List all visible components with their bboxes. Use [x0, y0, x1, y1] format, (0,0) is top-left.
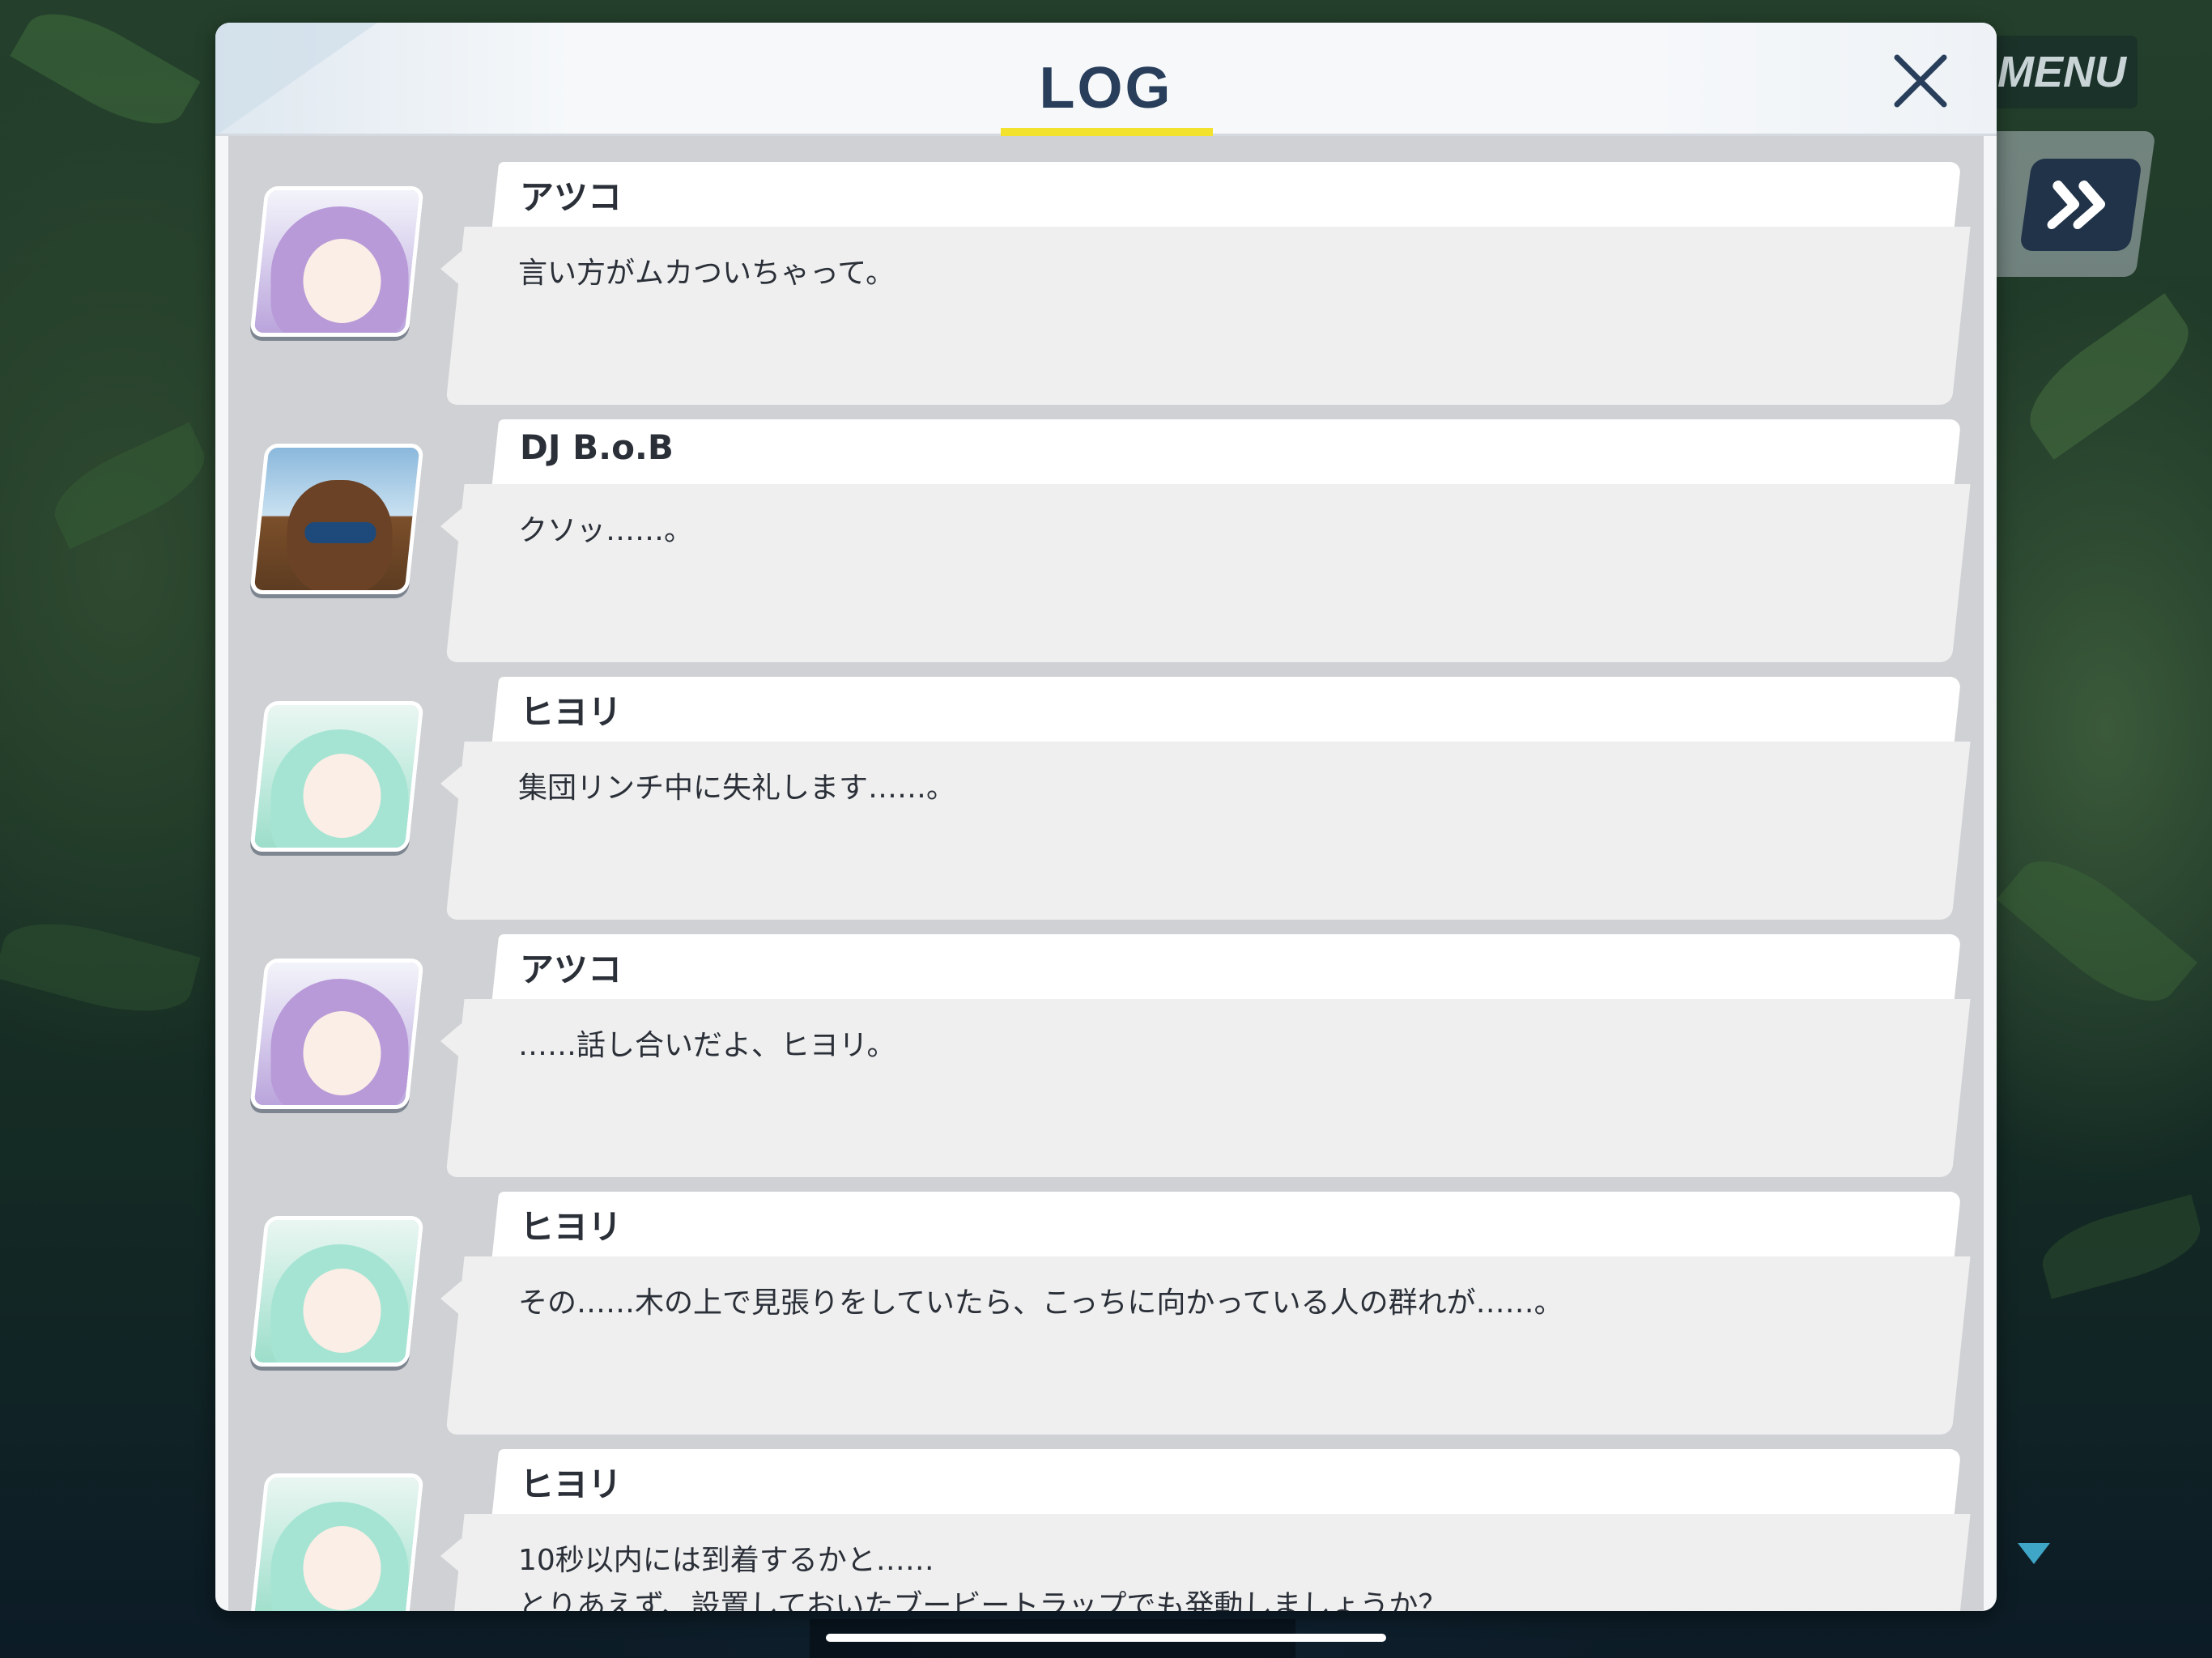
triangle-down-icon — [2018, 1543, 2050, 1564]
message-text: ……話し合いだよ、ヒヨリ。 — [518, 1029, 896, 1062]
hiyori-avatar — [249, 1216, 424, 1367]
hiyori-avatar — [249, 1473, 424, 1611]
log-entry: DJ B.o.B クソッ……。 — [228, 419, 1984, 677]
menu-button[interactable]: MENU — [1976, 36, 2138, 108]
log-panel: LOG アツコ 言い方がムカついちゃって。 DJ B.o.B クソッ……。 ヒヨ… — [215, 23, 1997, 1611]
dj-bob-avatar — [249, 444, 424, 594]
log-list[interactable]: アツコ 言い方がムカついちゃって。 DJ B.o.B クソッ……。 ヒヨリ 集団… — [228, 136, 1984, 1611]
speaker-name-bar — [491, 934, 1962, 999]
background-foliage — [10, 0, 201, 145]
hiyori-avatar — [249, 701, 424, 852]
atsuko-avatar — [249, 186, 424, 337]
background-foliage — [0, 907, 201, 1028]
speaker-name: アツコ — [520, 950, 623, 989]
fast-forward-button[interactable] — [2018, 159, 2143, 251]
background-foliage — [1996, 837, 2198, 1025]
log-entry: アツコ ……話し合いだよ、ヒヨリ。 — [228, 934, 1984, 1192]
log-title: LOG — [1039, 56, 1173, 121]
speaker-name-bar — [491, 419, 1962, 484]
message-text: クソッ……。 — [518, 514, 694, 547]
log-entry: ヒヨリ 集団リンチ中に失礼します……。 — [228, 677, 1984, 934]
speaker-name: ヒヨリ — [520, 1207, 623, 1247]
close-icon — [1894, 54, 1947, 108]
background-foliage — [42, 422, 217, 550]
speaker-name-bar — [491, 1192, 1962, 1256]
speaker-name: ヒヨリ — [520, 1465, 623, 1504]
log-entry: ヒヨリ その……木の上で見張りをしていたら、こっちに向かっている人の群れが……。 — [228, 1192, 1984, 1449]
log-entry: アツコ 言い方がムカついちゃって。 — [228, 162, 1984, 419]
background-foliage — [2035, 1194, 2208, 1299]
speaker-name-bar — [491, 1449, 1962, 1514]
background-foliage — [2011, 293, 2207, 460]
title-underline — [1001, 128, 1213, 136]
message-text: 集団リンチ中に失礼します……。 — [518, 772, 956, 805]
speaker-name: DJ B.o.B — [520, 427, 674, 467]
double-chevron-right-icon — [2047, 181, 2106, 229]
speaker-name: アツコ — [520, 177, 623, 217]
speaker-name-bar — [491, 162, 1962, 227]
log-header: LOG — [215, 23, 1997, 136]
atsuko-avatar — [249, 959, 424, 1109]
speaker-name: ヒヨリ — [520, 692, 623, 732]
log-entry: ヒヨリ 10秒以内には到着するかと…… とりあえず、設置しておいたブービートラッ… — [228, 1449, 1984, 1611]
home-indicator[interactable] — [826, 1634, 1386, 1642]
message-text: その……木の上で見張りをしていたら、こっちに向かっている人の群れが……。 — [518, 1286, 1563, 1320]
message-text: 言い方がムカついちゃって。 — [518, 257, 895, 290]
message-text: 10秒以内には到着するかと…… とりあえず、設置しておいたブービートラップでも発… — [518, 1544, 1448, 1611]
close-button[interactable] — [1880, 40, 1961, 121]
menu-label: MENU — [1997, 48, 2126, 96]
speaker-name-bar — [491, 677, 1962, 742]
